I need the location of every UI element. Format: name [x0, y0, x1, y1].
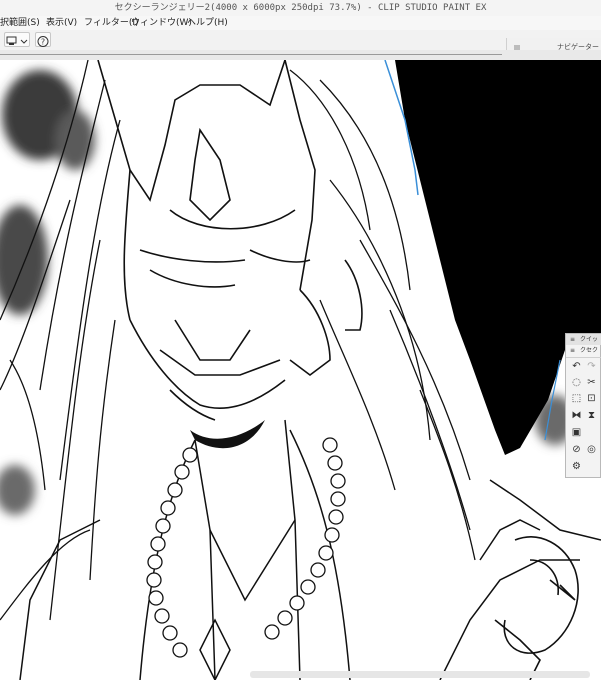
shoulder-ornament [494, 536, 579, 680]
lasso-select-icon[interactable]: ◌ [570, 376, 583, 389]
menu-window[interactable]: ウィンドウ(W) [131, 16, 192, 30]
menu-bar: 択範囲(S) 表示(V) フィルター(I) ウィンドウ(W) ヘルプ(H) [0, 16, 601, 30]
undo-icon[interactable]: ↶ [570, 360, 583, 373]
tab-divider [0, 54, 502, 55]
quick-access-set[interactable]: ≡ セク [566, 345, 601, 358]
panel-grip-icon[interactable]: ≡ [570, 334, 575, 345]
robe-lines [19, 419, 601, 680]
panel-grip-icon: ≡ [570, 347, 576, 354]
transform-icon[interactable]: ⬚ [570, 392, 583, 405]
svg-text:?: ? [41, 38, 45, 47]
quick-access-title: ≡ クイック [566, 334, 601, 354]
help-button[interactable]: ? [35, 32, 51, 47]
chevron-down-icon [20, 39, 28, 44]
horizontal-scrollbar[interactable] [250, 671, 590, 678]
lineart-illustration [0, 60, 601, 680]
fill-icon[interactable]: ▣ [570, 426, 583, 439]
menu-help[interactable]: ヘルプ(H) [187, 16, 228, 30]
window-title: セクシーランジェリー2(4000 x 6000px 250dpi 73.7%) … [0, 0, 601, 16]
ruler-icon[interactable]: ⊘ [570, 443, 583, 456]
palette-icon[interactable]: ◎ [585, 443, 598, 456]
settings-icon[interactable]: ⚙ [570, 460, 583, 473]
drawing-canvas[interactable] [0, 60, 601, 680]
quick-access-panel: ≡ クイック ≡ セク ↶ ↷ ◌ ✂ ⬚ ⊡ ⧓ ⧗ ▣ ⊘ ◎ ⚙ [565, 333, 601, 478]
prayer-beads [146, 437, 346, 658]
cut-icon[interactable]: ✂ [585, 376, 598, 389]
menu-view[interactable]: 表示(V) [46, 16, 77, 30]
mask-face [97, 60, 363, 421]
redo-icon[interactable]: ↷ [585, 360, 598, 373]
neck-shadow [190, 420, 265, 449]
flip-vertical-icon[interactable]: ⧗ [585, 409, 598, 422]
crop-icon[interactable]: ⊡ [585, 392, 598, 405]
display-mode-button[interactable] [4, 32, 30, 47]
canvas-tab-strip [0, 50, 601, 60]
display-mode-icon [6, 36, 28, 45]
help-icon: ? [37, 36, 49, 47]
menu-select[interactable]: 択範囲(S) [0, 16, 40, 30]
flip-horizontal-icon[interactable]: ⧓ [570, 409, 583, 422]
